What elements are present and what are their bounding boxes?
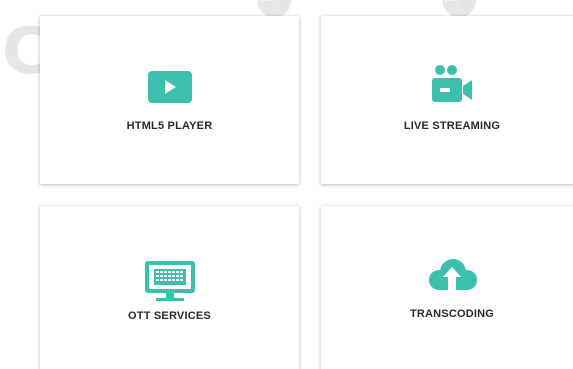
service-card-ott-services[interactable]: OTT SERVICES: [40, 206, 299, 369]
play-button-icon: [147, 71, 192, 103]
services-section: ◕ ▬ ◕ C HTML5 PLAYER LIVE STREAMING: [0, 0, 573, 369]
service-card-html5-player[interactable]: HTML5 PLAYER: [40, 16, 299, 184]
service-card-live-streaming[interactable]: LIVE STREAMING: [321, 16, 573, 184]
service-card-transcoding[interactable]: TRANSCODING: [321, 206, 573, 369]
video-camera-icon: [430, 63, 474, 103]
background-decorative-text: ◕ ▬ ◕: [0, 0, 573, 23]
service-label: TRANSCODING: [409, 308, 495, 320]
service-label: HTML5 PLAYER: [126, 120, 213, 132]
cloud-upload-icon: [425, 258, 479, 294]
monitor-keyboard-icon: [144, 260, 196, 302]
service-label: LIVE STREAMING: [403, 120, 501, 132]
service-label: OTT SERVICES: [128, 310, 211, 322]
